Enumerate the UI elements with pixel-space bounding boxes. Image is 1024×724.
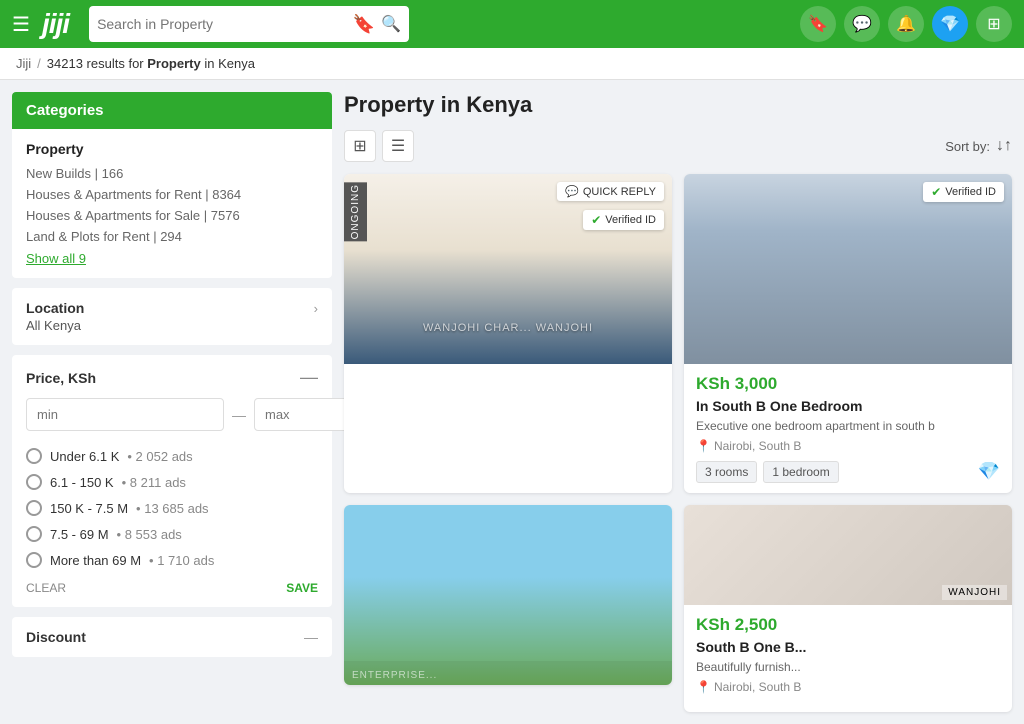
radio-6k-150k[interactable] <box>26 474 42 490</box>
price-range-0[interactable]: Under 6.1 K • 2 052 ads <box>26 443 318 469</box>
show-all-link[interactable]: Show all 9 <box>26 251 318 266</box>
price-section: Price, KSh — — Under 6.1 K • 2 052 ads 6… <box>12 355 332 607</box>
chat-bubble-icon: 💬 <box>565 185 579 198</box>
page-title: Property in Kenya <box>344 92 1012 118</box>
nav-bookmark-icon[interactable]: 🔖 <box>800 6 836 42</box>
watermark-3: ENTERPRISE... <box>352 670 437 681</box>
property-card-2-body: KSh 3,000 In South B One Bedroom Executi… <box>684 364 1012 493</box>
property-card-2[interactable]: ✔ Verified ID KSh 3,000 In South B One B… <box>684 174 1012 493</box>
sidebar: Categories Property New Builds | 166 Hou… <box>12 92 332 712</box>
property-card-4-body: KSh 2,500 South B One B... Beautifully f… <box>684 605 1012 712</box>
property-location-2: 📍 Nairobi, South B <box>696 439 1000 453</box>
nav-chat-icon[interactable]: 💬 <box>844 6 880 42</box>
radio-under-6k[interactable] <box>26 448 42 464</box>
price-range-2[interactable]: 150 K - 7.5 M • 13 685 ads <box>26 495 318 521</box>
property-price-2: KSh 3,000 <box>696 374 1000 394</box>
watermark-1: WANJOHI CHAR... WANJOHI <box>423 322 593 334</box>
property-desc-4: Beautifully furnish... <box>696 659 1000 676</box>
nav-grid-icon[interactable]: ⊞ <box>976 6 1012 42</box>
content-toolbar: ⊞ ☰ Sort by: ↓↑ <box>344 130 1012 162</box>
price-range-separator: — <box>232 407 246 423</box>
list-view-button[interactable]: ☰ <box>382 130 414 162</box>
property-card-3[interactable]: ENTERPRISE... <box>344 505 672 685</box>
verified-icon-2: ✔ <box>931 185 941 199</box>
verified-badge-2: ✔ Verified ID <box>923 182 1004 202</box>
radio-7m-69m[interactable] <box>26 526 42 542</box>
tag-rooms-2: 3 rooms <box>696 461 757 483</box>
logo[interactable]: jiji <box>42 8 69 40</box>
header: ☰ jiji 🔖 🔍 🔖 💬 🔔 💎 ⊞ <box>0 0 1024 48</box>
price-min-input[interactable] <box>26 398 224 431</box>
price-header: Price, KSh — <box>26 367 318 388</box>
search-input[interactable] <box>97 16 347 32</box>
radio-over-69m[interactable] <box>26 552 42 568</box>
price-inputs: — <box>26 398 318 431</box>
price-actions: CLEAR SAVE <box>26 581 318 595</box>
verified-badge-1: ✔ Verified ID <box>583 210 664 230</box>
location-label-row: Location › <box>26 300 318 316</box>
nav-bell-icon[interactable]: 🔔 <box>888 6 924 42</box>
property-section-title: Property <box>26 141 318 157</box>
main-content: Property in Kenya ⊞ ☰ Sort by: ↓↑ ONGOIN… <box>344 92 1012 712</box>
categories-header: Categories <box>12 92 332 129</box>
nav-diamond-icon[interactable]: 💎 <box>932 6 968 42</box>
property-price-4: KSh 2,500 <box>696 615 1000 635</box>
verified-icon: ✔ <box>591 213 601 227</box>
price-save-button[interactable]: SAVE <box>286 581 318 595</box>
sort-label: Sort by: <box>945 139 990 154</box>
property-card-1[interactable]: ONGOING 💬 QUICK REPLY ✔ Verified ID WANJ… <box>344 174 672 493</box>
view-toggle: ⊞ ☰ <box>344 130 414 162</box>
side-label-1: ONGOING <box>344 182 367 241</box>
category-new-builds[interactable]: New Builds | 166 <box>26 163 318 184</box>
category-land-rent[interactable]: Land & Plots for Rent | 294 <box>26 226 318 247</box>
property-tags-2: 3 rooms 1 bedroom 💎 <box>696 461 1000 483</box>
discount-collapse-icon[interactable]: — <box>304 629 318 645</box>
sort-area: Sort by: ↓↑ <box>945 137 1012 155</box>
property-image-1: ONGOING 💬 QUICK REPLY ✔ Verified ID WANJ… <box>344 174 672 364</box>
breadcrumb: Jiji / 34213 results for Property in Ken… <box>0 48 1024 80</box>
property-title-2: In South B One Bedroom <box>696 398 1000 414</box>
location-pin-icon-2: 📍 <box>696 439 711 453</box>
property-desc-2: Executive one bedroom apartment in south… <box>696 418 1000 435</box>
search-bar: 🔖 🔍 <box>89 6 409 42</box>
bookmark-icon[interactable]: 🔖 <box>353 14 375 35</box>
tag-bedroom-2: 1 bedroom <box>763 461 838 483</box>
property-image-2: ✔ Verified ID <box>684 174 1012 364</box>
breadcrumb-current: 34213 results for Property in Kenya <box>47 56 255 71</box>
property-image-3: ENTERPRISE... <box>344 505 672 685</box>
property-image-4: WANJOHI <box>684 505 1012 605</box>
property-location-4: 📍 Nairobi, South B <box>696 680 1000 694</box>
discount-section: Discount — <box>12 617 332 657</box>
property-grid: ONGOING 💬 QUICK REPLY ✔ Verified ID WANJ… <box>344 174 1012 712</box>
favorite-icon-2[interactable]: 💎 <box>978 461 1000 482</box>
price-title: Price, KSh <box>26 370 96 386</box>
breadcrumb-separator: / <box>37 56 41 71</box>
hamburger-menu-icon[interactable]: ☰ <box>12 12 30 37</box>
price-range-3[interactable]: 7.5 - 69 M • 8 553 ads <box>26 521 318 547</box>
grid-view-button[interactable]: ⊞ <box>344 130 376 162</box>
categories-body: Property New Builds | 166 Houses & Apart… <box>12 129 332 278</box>
discount-header: Discount — <box>26 629 318 645</box>
quick-reply-badge: 💬 QUICK REPLY <box>557 182 664 201</box>
watermark-4: WANJOHI <box>942 585 1007 600</box>
location-pin-icon-4: 📍 <box>696 680 711 694</box>
category-houses-sale[interactable]: Houses & Apartments for Sale | 7576 <box>26 205 318 226</box>
location-chevron-icon[interactable]: › <box>314 301 318 316</box>
discount-title: Discount <box>26 629 86 645</box>
category-houses-rent[interactable]: Houses & Apartments for Rent | 8364 <box>26 184 318 205</box>
radio-150k-7m[interactable] <box>26 500 42 516</box>
price-range-1[interactable]: 6.1 - 150 K • 8 211 ads <box>26 469 318 495</box>
price-clear-button[interactable]: CLEAR <box>26 581 66 595</box>
sort-arrows-icon[interactable]: ↓↑ <box>996 137 1012 155</box>
property-card-4[interactable]: WANJOHI KSh 2,500 South B One B... Beaut… <box>684 505 1012 712</box>
search-icon[interactable]: 🔍 <box>381 14 401 34</box>
location-value: All Kenya <box>26 318 318 333</box>
price-collapse-icon[interactable]: — <box>300 367 318 388</box>
categories-panel: Categories Property New Builds | 166 Hou… <box>12 92 332 278</box>
breadcrumb-home[interactable]: Jiji <box>16 56 31 71</box>
header-nav-icons: 🔖 💬 🔔 💎 ⊞ <box>800 6 1012 42</box>
main-layout: Categories Property New Builds | 166 Hou… <box>0 80 1024 724</box>
location-section: Location › All Kenya <box>12 288 332 345</box>
price-range-4[interactable]: More than 69 M • 1 710 ads <box>26 547 318 573</box>
